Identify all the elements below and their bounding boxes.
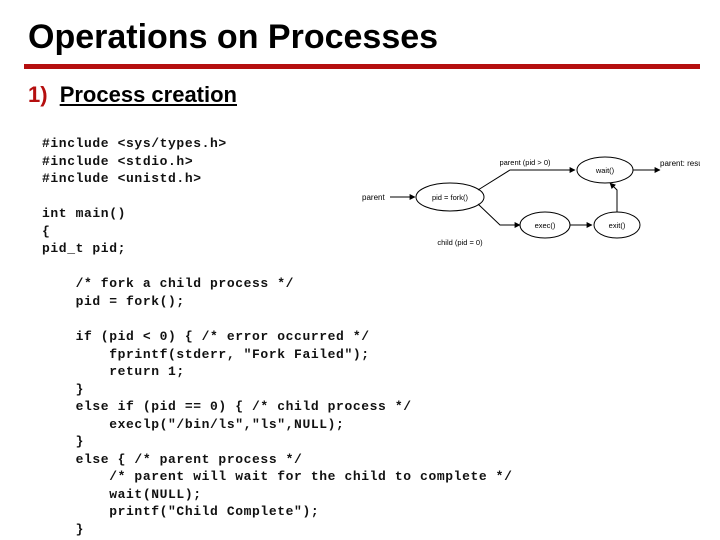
label-resumes: parent: resumes [660,159,700,168]
arrow-exit-wait [610,183,617,212]
title-underline [24,64,700,69]
fork-diagram: parent pid = fork() parent (pid > 0) wai… [360,150,700,270]
node-wait-label: wait() [595,166,615,175]
label-branch-parent: parent (pid > 0) [499,158,551,167]
arrow-fork-wait [478,170,575,190]
label-branch-child: child (pid = 0) [437,238,483,247]
label-parent: parent [362,193,385,202]
section-number: 1) [28,82,48,107]
arrow-fork-exec [478,204,520,225]
node-fork-label: pid = fork() [432,193,469,202]
section-label: Process creation [60,82,237,107]
node-exit-label: exit() [609,221,626,230]
slide-title: Operations on Processes [28,18,438,57]
node-exec-label: exec() [535,221,556,230]
section-heading: 1) Process creation [28,82,237,108]
